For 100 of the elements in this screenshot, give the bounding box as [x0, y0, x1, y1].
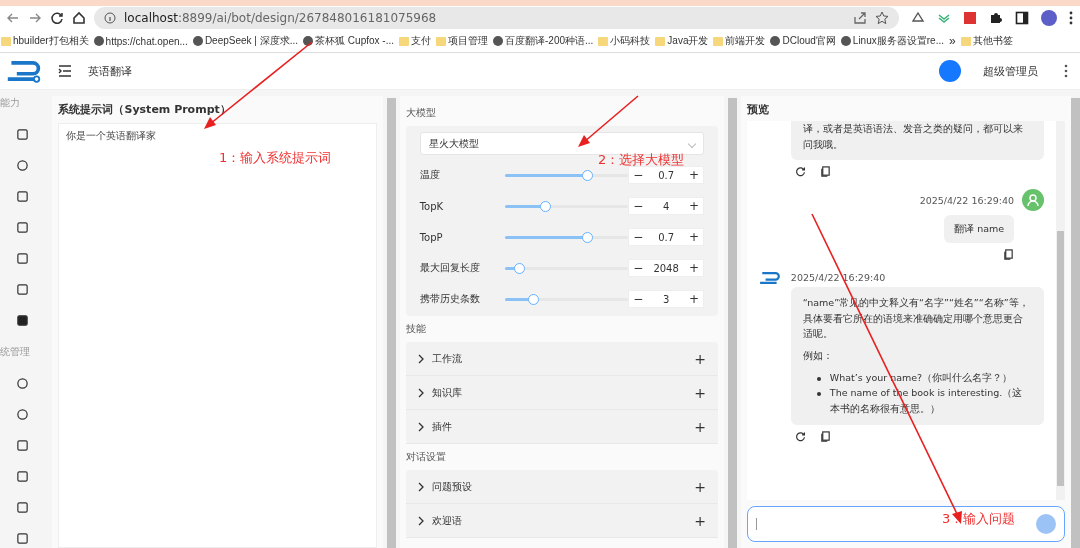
number-stepper[interactable]: − 3 +: [628, 290, 704, 308]
home-icon[interactable]: [72, 11, 86, 25]
profile-avatar[interactable]: [1041, 10, 1057, 26]
add-icon[interactable]: +: [694, 512, 706, 529]
number-stepper[interactable]: − 0.7 +: [628, 166, 704, 184]
menu-fold-icon[interactable]: [58, 65, 72, 77]
address-bar[interactable]: localhost:8899/ai/bot/design/267848016181075968: [94, 7, 899, 29]
add-icon[interactable]: +: [694, 384, 706, 401]
bookmark[interactable]: Java开发: [655, 34, 709, 48]
nav-circle-icon[interactable]: [15, 159, 29, 172]
folder-icon: [598, 36, 609, 46]
param-label: TopP: [419, 231, 444, 243]
user-name[interactable]: 超级管理员: [983, 63, 1038, 79]
nav-square-icon[interactable]: [15, 470, 29, 483]
collapse-item[interactable]: 知识库 +: [405, 376, 718, 410]
nav-square-icon[interactable]: [15, 532, 29, 545]
nav-square-icon[interactable]: [15, 314, 29, 327]
collapse-item[interactable]: 欢迎语 +: [405, 504, 718, 538]
message-text: 例如：: [802, 349, 834, 364]
bookmark[interactable]: Linux服务器设置re...: [840, 34, 944, 48]
param-label: TopK: [419, 200, 445, 212]
collapse-item[interactable]: 问题预设 +: [405, 470, 718, 504]
message-time: 2025/4/22 16:29:40: [919, 194, 1015, 206]
bookmark[interactable]: 前端开发: [713, 34, 766, 48]
question-input[interactable]: [746, 506, 1066, 542]
section-label: 大模型: [405, 106, 437, 120]
bookmark[interactable]: DeepSeek | 深度求...: [192, 34, 299, 48]
slider-thumb[interactable]: [528, 293, 540, 305]
bookmark[interactable]: DCloud官网: [770, 34, 836, 48]
folder-icon: [399, 36, 409, 46]
slider-thumb[interactable]: [582, 231, 594, 243]
bookmark[interactable]: 茶杯狐 Cupfox -...: [303, 34, 394, 48]
info-icon[interactable]: [104, 12, 116, 24]
page-title: 英语翻译: [88, 63, 132, 79]
folder-icon: [436, 36, 446, 46]
user-avatar[interactable]: [939, 60, 961, 82]
bookmark[interactable]: 百度翻译-200种语...: [493, 34, 594, 48]
bullet-dot: [816, 376, 821, 381]
refresh-icon[interactable]: [794, 430, 806, 442]
sidebar-section-label: 统管理: [0, 345, 30, 359]
forward-icon[interactable]: [28, 11, 42, 25]
number-stepper[interactable]: − 0.7 +: [628, 228, 704, 246]
slider-thumb[interactable]: [582, 169, 594, 181]
nav-square-icon[interactable]: [15, 283, 29, 296]
chevron-right-icon: [417, 387, 424, 398]
sidebar-section-label: 能力: [0, 96, 20, 110]
reload-icon[interactable]: [50, 11, 64, 25]
refresh-icon[interactable]: [794, 166, 806, 178]
nav-square-icon[interactable]: [15, 128, 29, 141]
nav-square-icon[interactable]: [15, 221, 29, 234]
collapse-item[interactable]: 工作流 +: [405, 342, 718, 376]
folder-icon: [655, 36, 666, 46]
nav-circle-icon[interactable]: [15, 377, 29, 390]
bookmark[interactable]: https://chat.open...: [93, 35, 188, 47]
collapse-item[interactable]: 插件 +: [405, 410, 718, 444]
number-stepper[interactable]: − 2048 +: [628, 259, 704, 277]
extension-icon[interactable]: [963, 11, 977, 25]
slider-thumb[interactable]: [540, 200, 552, 212]
site-icon: [770, 36, 781, 46]
param-label: 最大回复长度: [419, 261, 481, 275]
message-time: 2025/4/22 16:29:40: [790, 272, 886, 283]
bookmark[interactable]: 其他书签: [960, 34, 1013, 48]
add-icon[interactable]: +: [694, 418, 706, 435]
scrollbar[interactable]: [1071, 98, 1080, 548]
nav-square-icon[interactable]: [15, 501, 29, 514]
chevron-right-icon: [417, 353, 424, 364]
add-icon[interactable]: +: [694, 478, 706, 495]
menu-icon[interactable]: [1069, 11, 1073, 25]
nav-circle-icon[interactable]: [15, 408, 29, 421]
bookmark[interactable]: 支付: [399, 34, 431, 48]
chevron-stack-icon[interactable]: [937, 11, 951, 25]
site-icon: [93, 36, 104, 46]
back-icon[interactable]: [6, 11, 20, 25]
bookmark[interactable]: 项目管理: [436, 34, 488, 48]
puzzle-icon[interactable]: [989, 11, 1003, 25]
star-icon[interactable]: [875, 11, 889, 25]
more-icon[interactable]: [1064, 64, 1068, 78]
scrollbar[interactable]: [727, 98, 737, 548]
more-bookmarks[interactable]: »: [948, 34, 956, 48]
nav-square-icon[interactable]: [15, 190, 29, 203]
sidebar-icon[interactable]: [1015, 11, 1029, 25]
add-icon[interactable]: +: [694, 350, 706, 367]
chevron-right-icon: [417, 421, 424, 432]
site-icon: [303, 36, 314, 46]
nav-square-icon[interactable]: [15, 439, 29, 452]
scrollbar[interactable]: [1056, 121, 1066, 500]
bookmark[interactable]: 小码科技: [598, 34, 651, 48]
annotation-text: 3：输入问题: [942, 510, 1016, 528]
scrollbar[interactable]: [386, 98, 396, 548]
site-icon: [840, 36, 851, 46]
slider-thumb[interactable]: [514, 262, 526, 274]
copy-icon[interactable]: [1003, 249, 1015, 260]
share-icon[interactable]: [853, 11, 867, 25]
copy-icon[interactable]: [819, 430, 831, 442]
logo-icon: [6, 59, 42, 83]
copy-icon[interactable]: [819, 166, 831, 178]
number-stepper[interactable]: − 4 +: [628, 197, 704, 215]
nav-square-icon[interactable]: [15, 252, 29, 265]
message-text: 翻译 name: [954, 222, 1005, 237]
bookmark[interactable]: hbuilder打包相关: [1, 34, 89, 48]
